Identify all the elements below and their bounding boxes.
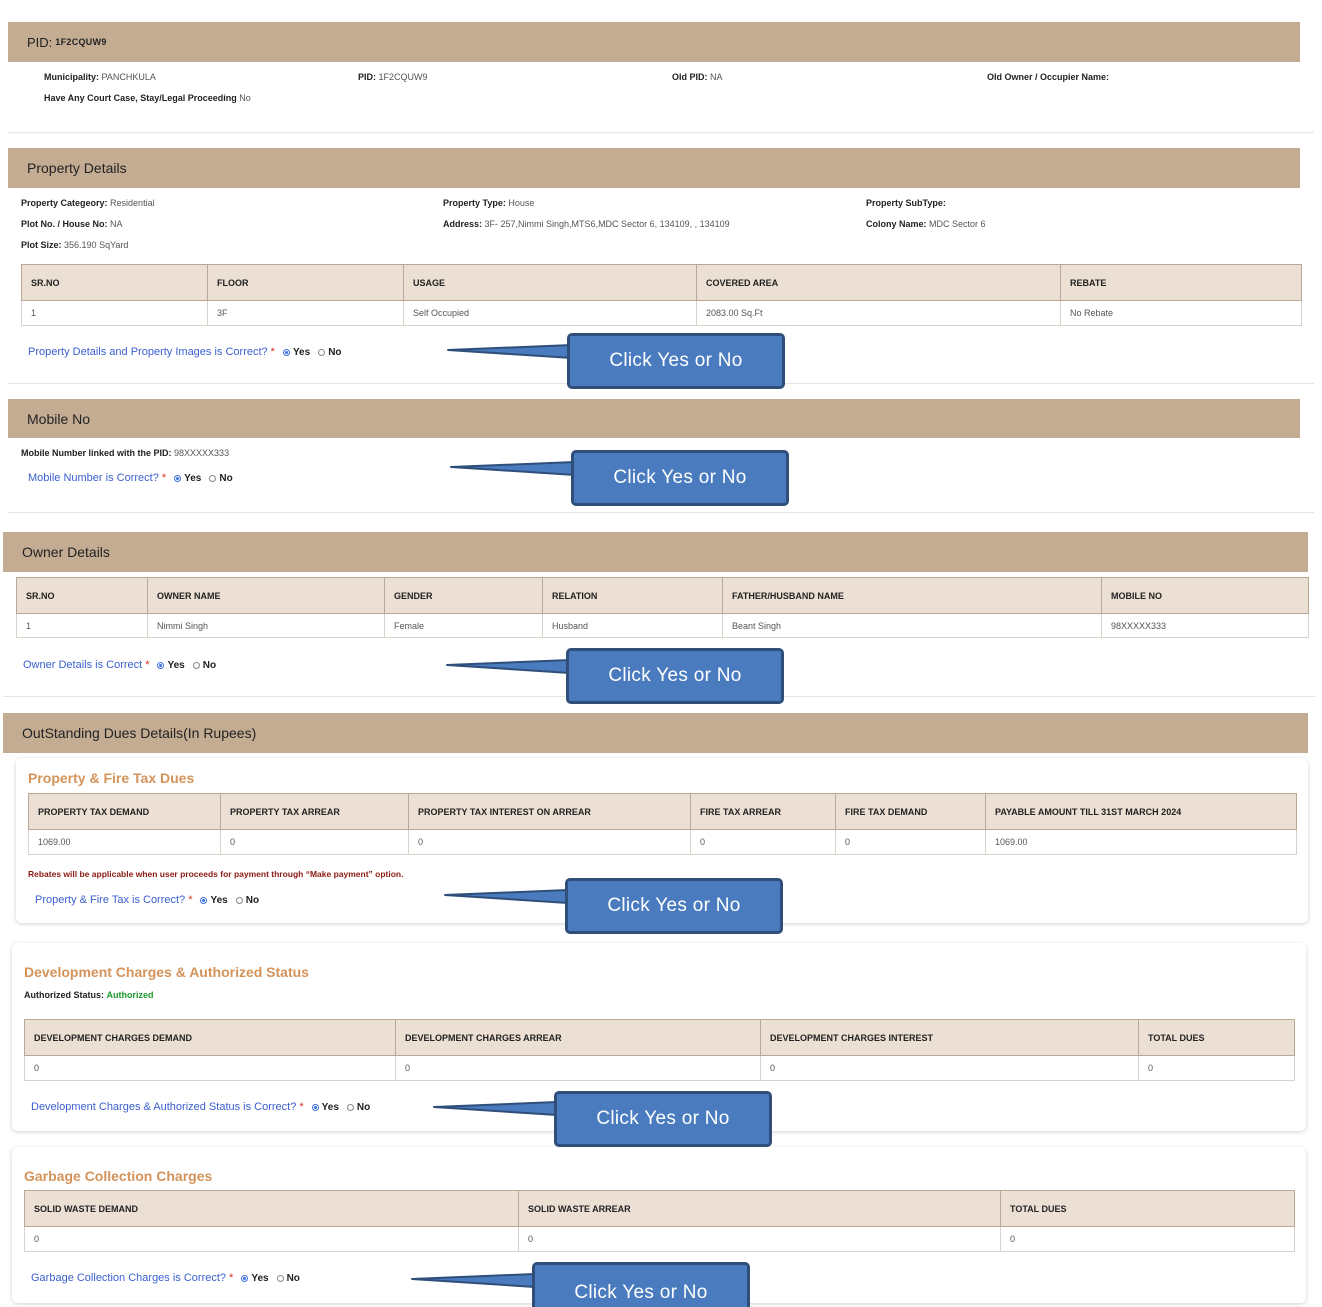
callout-pointer-owner bbox=[446, 659, 571, 674]
callout-box-owner: Click Yes or No bbox=[566, 648, 784, 704]
callout-box-development: Click Yes or No bbox=[554, 1091, 772, 1147]
callout-pointer-garbage bbox=[411, 1273, 536, 1288]
callout-box-garbage: Click Yes or No bbox=[532, 1262, 750, 1307]
callout-box-mobile: Click Yes or No bbox=[571, 450, 789, 506]
callout-pointer-property bbox=[447, 344, 573, 359]
callout-pointer-mobile bbox=[450, 461, 576, 476]
callout-box-fire-tax: Click Yes or No bbox=[565, 878, 783, 934]
callout-pointer-fire-tax bbox=[444, 889, 569, 904]
callout-box-property: Click Yes or No bbox=[567, 333, 785, 389]
callout-pointer-development bbox=[433, 1101, 558, 1116]
